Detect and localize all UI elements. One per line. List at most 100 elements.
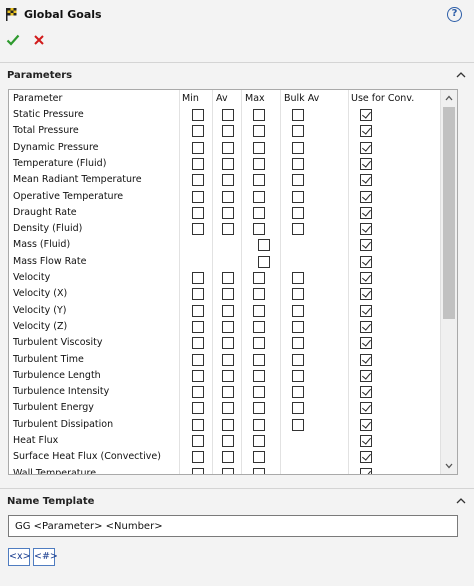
av-checkbox[interactable] (222, 141, 234, 154)
bulk-av-checkbox[interactable] (292, 223, 304, 236)
value-checkbox[interactable] (258, 239, 270, 252)
table-row[interactable]: Mean Radiant Temperature (9, 172, 441, 188)
min-checkbox[interactable] (192, 320, 204, 333)
bulk-av-checkbox[interactable] (292, 206, 304, 219)
use-for-conv-checkbox[interactable] (360, 223, 372, 236)
bulk-av-checkbox[interactable] (292, 402, 304, 415)
grid-scrollbar[interactable] (440, 90, 457, 474)
table-row[interactable]: Turbulent Viscosity (9, 335, 441, 351)
table-row[interactable]: Mass Flow Rate (9, 254, 441, 270)
table-row[interactable]: Density (Fluid) (9, 221, 441, 237)
use-for-conv-checkbox[interactable] (360, 157, 372, 170)
min-checkbox[interactable] (192, 337, 204, 350)
max-checkbox[interactable] (253, 435, 265, 447)
max-checkbox[interactable] (253, 369, 265, 382)
bulk-av-checkbox[interactable] (292, 272, 304, 284)
table-row[interactable]: Velocity (Y) (9, 303, 441, 319)
av-checkbox[interactable] (222, 288, 234, 301)
max-checkbox[interactable] (253, 223, 265, 236)
bulk-av-checkbox[interactable] (292, 418, 304, 431)
table-row[interactable]: Surface Heat Flux (Convective) (9, 449, 441, 465)
bulk-av-checkbox[interactable] (292, 109, 304, 121)
min-checkbox[interactable] (192, 402, 204, 415)
bulk-av-checkbox[interactable] (292, 369, 304, 382)
av-checkbox[interactable] (222, 337, 234, 350)
use-for-conv-checkbox[interactable] (360, 272, 372, 284)
min-checkbox[interactable] (192, 369, 204, 382)
av-checkbox[interactable] (222, 369, 234, 382)
min-checkbox[interactable] (192, 125, 204, 138)
min-checkbox[interactable] (192, 353, 204, 366)
max-checkbox[interactable] (253, 320, 265, 333)
min-checkbox[interactable] (192, 435, 204, 447)
av-checkbox[interactable] (222, 386, 234, 399)
parameters-section-header[interactable]: Parameters (0, 66, 474, 86)
min-checkbox[interactable] (192, 418, 204, 431)
table-row[interactable]: Velocity (9, 270, 441, 286)
av-checkbox[interactable] (222, 353, 234, 366)
use-for-conv-checkbox[interactable] (360, 402, 372, 415)
av-checkbox[interactable] (222, 109, 234, 121)
min-checkbox[interactable] (192, 206, 204, 219)
max-checkbox[interactable] (253, 337, 265, 350)
max-checkbox[interactable] (253, 190, 265, 203)
table-row[interactable]: Wall Temperature (9, 466, 441, 474)
use-for-conv-checkbox[interactable] (360, 288, 372, 301)
bulk-av-checkbox[interactable] (292, 125, 304, 138)
min-checkbox[interactable] (192, 451, 204, 464)
table-row[interactable]: Turbulent Time (9, 352, 441, 368)
name-template-input[interactable] (9, 516, 457, 536)
use-for-conv-checkbox[interactable] (360, 304, 372, 317)
min-checkbox[interactable] (192, 157, 204, 170)
bulk-av-checkbox[interactable] (292, 320, 304, 333)
use-for-conv-checkbox[interactable] (360, 451, 372, 464)
max-checkbox[interactable] (253, 304, 265, 317)
min-checkbox[interactable] (192, 386, 204, 399)
av-checkbox[interactable] (222, 174, 234, 187)
name-template-field[interactable] (8, 515, 458, 537)
use-for-conv-checkbox[interactable] (360, 141, 372, 154)
av-checkbox[interactable] (222, 435, 234, 447)
min-checkbox[interactable] (192, 304, 204, 317)
table-row[interactable]: Turbulence Length (9, 368, 441, 384)
table-row[interactable]: Operative Temperature (9, 189, 441, 205)
use-for-conv-checkbox[interactable] (360, 320, 372, 333)
table-row[interactable]: Turbulent Energy (9, 400, 441, 416)
max-checkbox[interactable] (253, 206, 265, 219)
table-row[interactable]: Total Pressure (9, 123, 441, 139)
max-checkbox[interactable] (253, 125, 265, 138)
av-checkbox[interactable] (222, 402, 234, 415)
use-for-conv-checkbox[interactable] (360, 109, 372, 121)
min-checkbox[interactable] (192, 141, 204, 154)
use-for-conv-checkbox[interactable] (360, 255, 372, 268)
table-row[interactable]: Velocity (Z) (9, 319, 441, 335)
max-checkbox[interactable] (253, 109, 265, 121)
name-template-section-header[interactable]: Name Template (0, 492, 474, 512)
bulk-av-checkbox[interactable] (292, 386, 304, 399)
max-checkbox[interactable] (253, 141, 265, 154)
bulk-av-checkbox[interactable] (292, 174, 304, 187)
scroll-thumb[interactable] (443, 107, 455, 319)
max-checkbox[interactable] (253, 288, 265, 301)
table-row[interactable]: Velocity (X) (9, 286, 441, 302)
min-checkbox[interactable] (192, 174, 204, 187)
bulk-av-checkbox[interactable] (292, 337, 304, 350)
max-checkbox[interactable] (253, 272, 265, 284)
max-checkbox[interactable] (253, 402, 265, 415)
av-checkbox[interactable] (222, 190, 234, 203)
max-checkbox[interactable] (253, 386, 265, 399)
use-for-conv-checkbox[interactable] (360, 369, 372, 382)
use-for-conv-checkbox[interactable] (360, 190, 372, 203)
max-checkbox[interactable] (253, 157, 265, 170)
scroll-up-arrow-icon[interactable] (445, 94, 453, 102)
min-checkbox[interactable] (192, 288, 204, 301)
bulk-av-checkbox[interactable] (292, 288, 304, 301)
chevron-up-icon[interactable] (456, 496, 466, 506)
table-row[interactable]: Dynamic Pressure (9, 140, 441, 156)
chevron-up-icon[interactable] (456, 70, 466, 80)
help-icon[interactable]: ? (447, 7, 462, 22)
min-checkbox[interactable] (192, 223, 204, 236)
max-checkbox[interactable] (253, 174, 265, 187)
use-for-conv-checkbox[interactable] (360, 174, 372, 187)
use-for-conv-checkbox[interactable] (360, 239, 372, 252)
